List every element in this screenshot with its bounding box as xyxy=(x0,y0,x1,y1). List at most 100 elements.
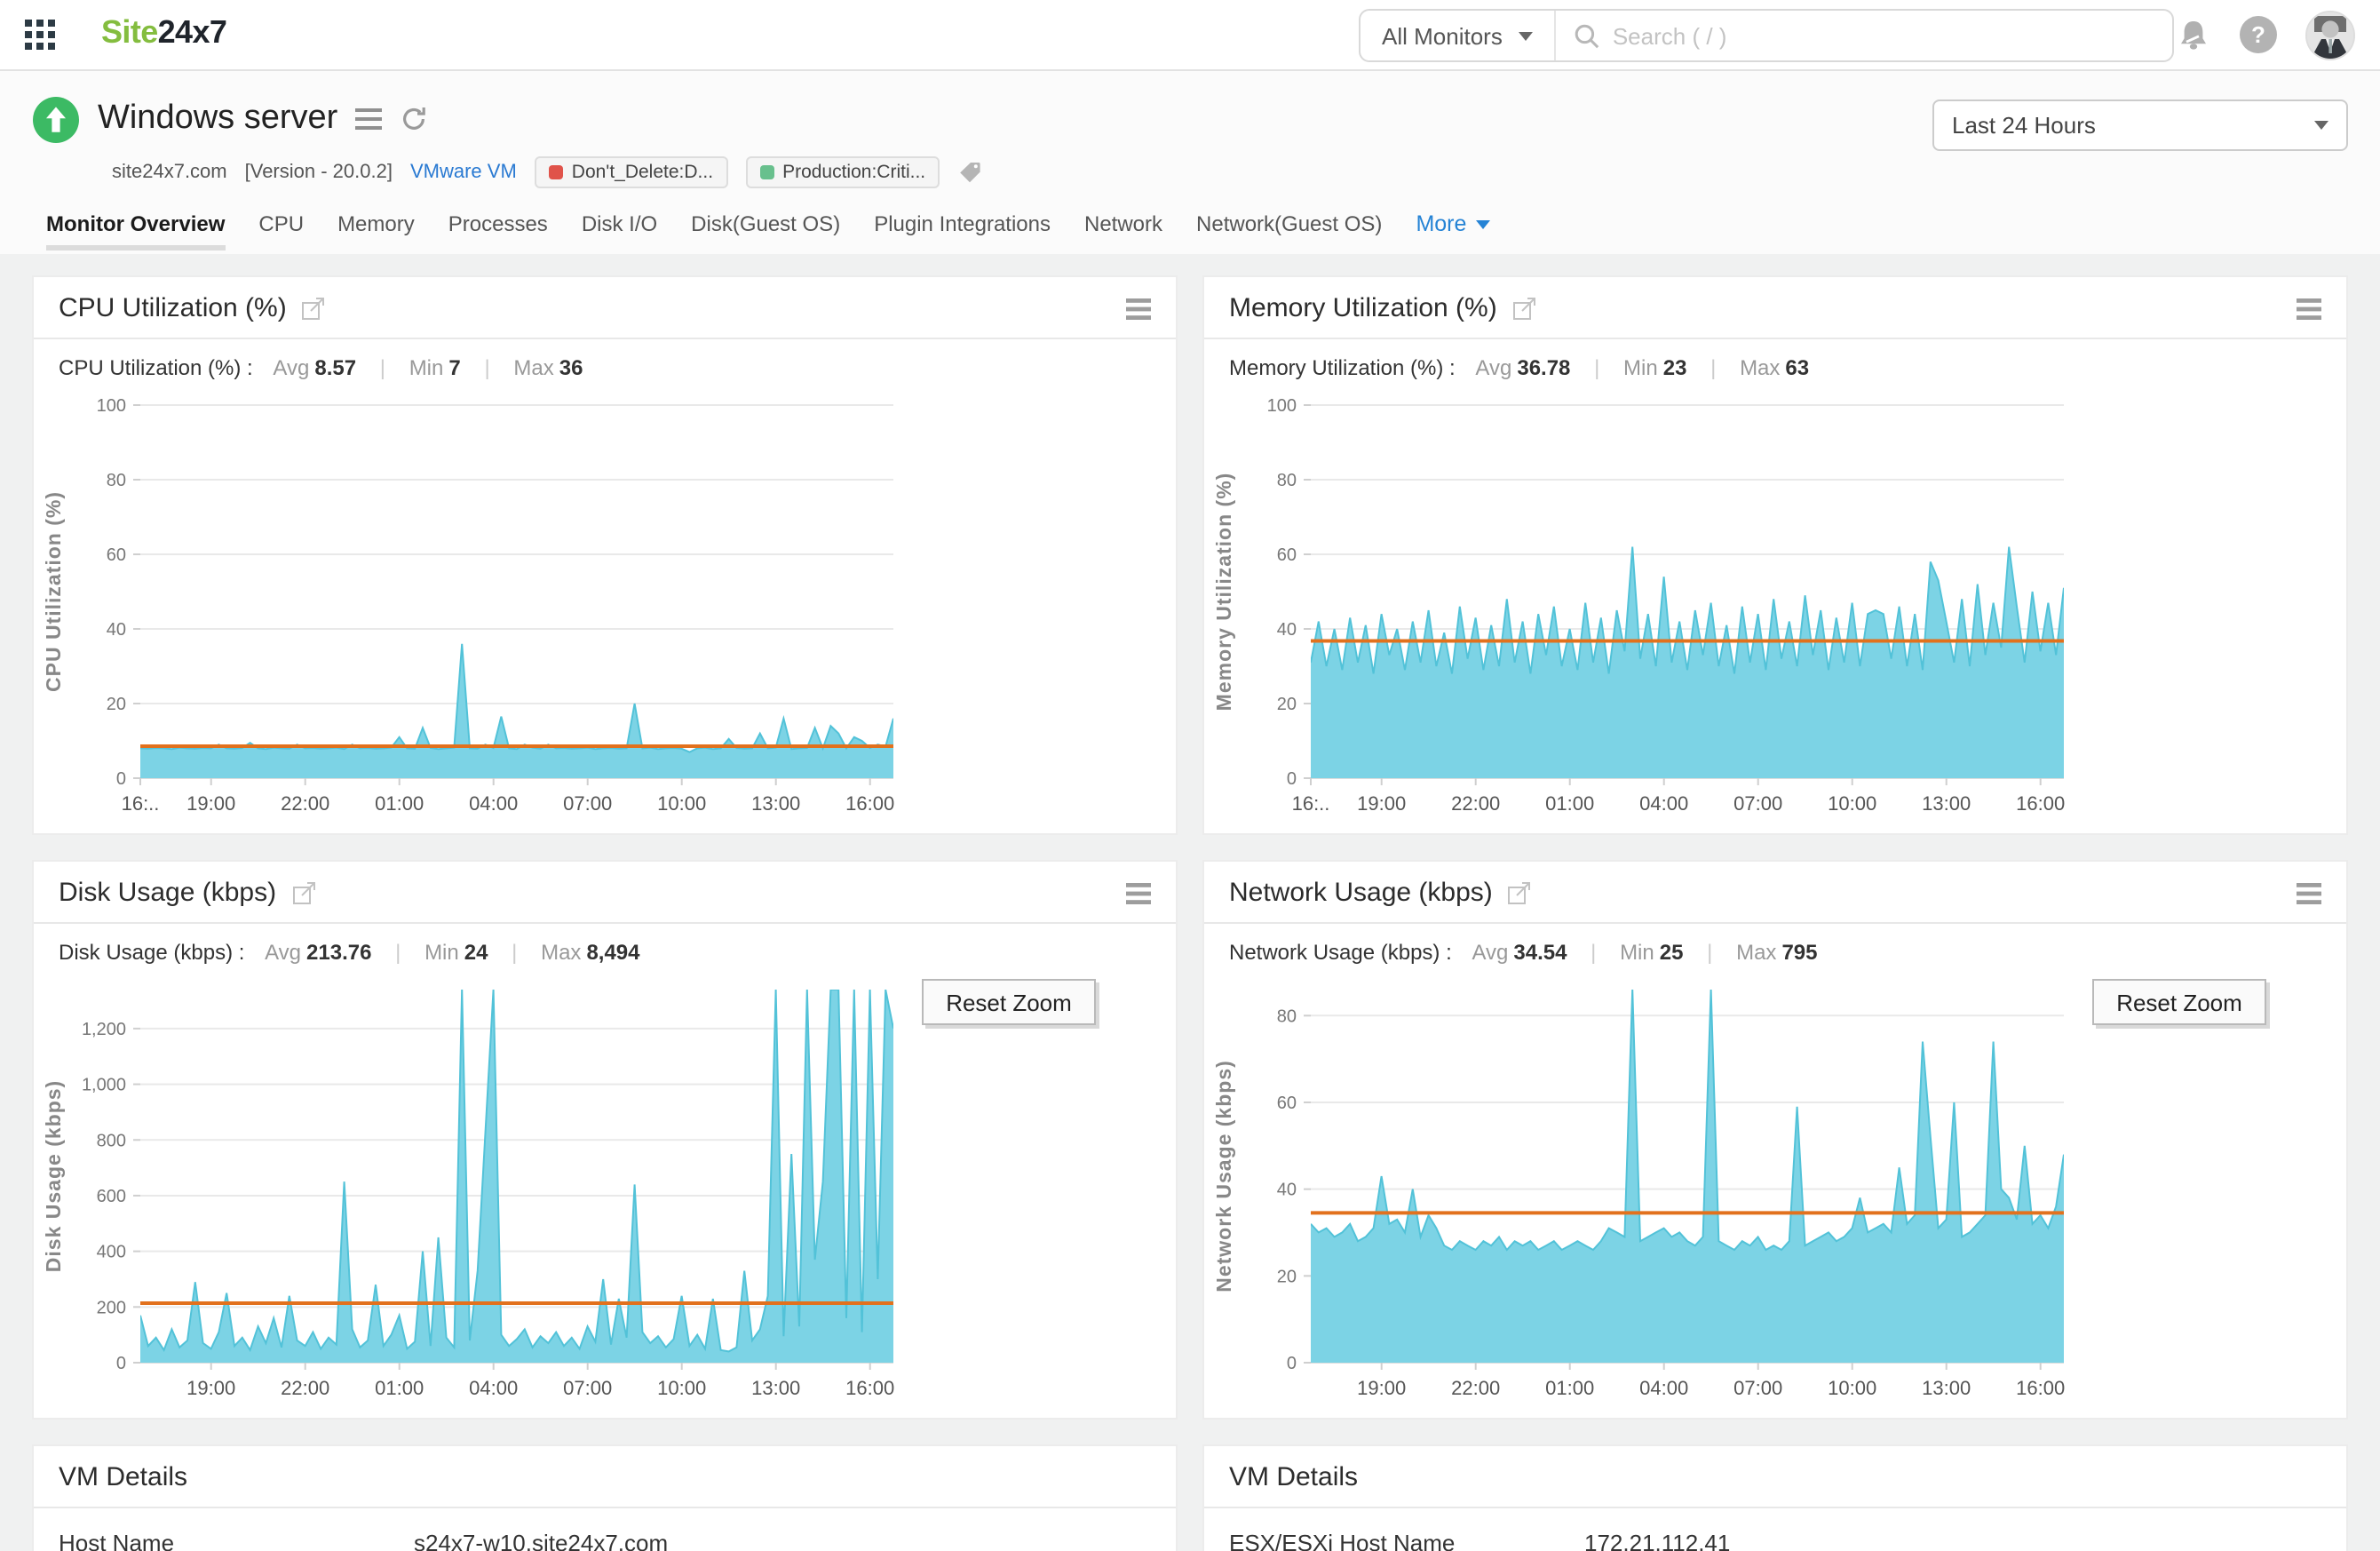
disk-stats: Disk Usage (kbps) : Avg 213.76 | Min 24 | … xyxy=(34,924,1176,965)
network-chart: 0 20 40 60 80 19:00 22:00 01:00 04:00 07:00 10:00 1… xyxy=(1212,968,2346,1418)
tag-chip-dont-delete[interactable]: Don't_Delete:D... xyxy=(534,156,728,188)
svg-text:07:00: 07:00 xyxy=(1733,792,1782,815)
refresh-icon[interactable] xyxy=(400,105,428,133)
monitor-scope-dropdown[interactable]: All Monitors xyxy=(1361,11,1556,60)
max-value: 36 xyxy=(559,355,583,380)
svg-text:60: 60 xyxy=(1277,1094,1297,1113)
notifications-bell-icon[interactable] xyxy=(2176,16,2211,53)
separator: | xyxy=(379,355,385,380)
network-area-chart[interactable]: 0 20 40 60 80 19:00 22:00 01:00 04:00 07:00 10:00 1… xyxy=(1212,968,2138,1409)
max-value: 63 xyxy=(1785,355,1810,380)
search-input[interactable] xyxy=(1555,22,2172,49)
memory-chart: 0 20 40 60 80 100 16:.. 19:00 22:00 01:00 04:00 07:… xyxy=(1212,384,2346,833)
vmware-vm-link[interactable]: VMware VM xyxy=(410,162,517,183)
help-icon[interactable]: ? xyxy=(2240,16,2277,53)
svg-text:19:00: 19:00 xyxy=(1357,792,1406,815)
vm-details-row: VM Details Host Name s24x7-w10.site24x7.… xyxy=(32,1444,2348,1551)
tab-memory[interactable]: Memory xyxy=(337,211,415,254)
min-label: Min xyxy=(1620,940,1654,965)
avg-label: Avg xyxy=(265,940,302,965)
svg-text:10:00: 10:00 xyxy=(657,1377,706,1399)
charts-row-1: CPU Utilization (%) CPU Utilization (%) … xyxy=(32,275,2348,835)
tab-network-guest-os[interactable]: Network(Guest OS) xyxy=(1196,211,1382,254)
tab-disk-io[interactable]: Disk I/O xyxy=(582,211,657,254)
expand-chart-icon[interactable] xyxy=(302,297,326,320)
panel-header: CPU Utilization (%) xyxy=(34,277,1176,339)
tag-chip-production[interactable]: Production:Criti... xyxy=(745,156,940,188)
tab-more[interactable]: More xyxy=(1416,211,1490,254)
panel-title: Network Usage (kbps) xyxy=(1229,878,1493,908)
avg-label: Avg xyxy=(1472,940,1509,965)
panel-title: VM Details xyxy=(59,1462,188,1492)
svg-text:40: 40 xyxy=(1277,1181,1297,1200)
tab-network[interactable]: Network xyxy=(1084,211,1162,254)
search-field-wrap xyxy=(1555,11,2172,60)
svg-text:40: 40 xyxy=(1277,620,1297,640)
tab-disk-guest-os[interactable]: Disk(Guest OS) xyxy=(691,211,840,254)
expand-chart-icon[interactable] xyxy=(292,881,315,904)
tab-processes[interactable]: Processes xyxy=(448,211,548,254)
min-label: Min xyxy=(409,355,444,380)
svg-text:80: 80 xyxy=(107,471,126,490)
expand-chart-icon[interactable] xyxy=(1508,881,1532,904)
tab-plugin-integrations[interactable]: Plugin Integrations xyxy=(874,211,1051,254)
avg-value: 8.57 xyxy=(314,355,357,380)
svg-text:400: 400 xyxy=(97,1243,126,1262)
network-usage-panel: Network Usage (kbps) Network Usage (kbps… xyxy=(1202,860,2348,1420)
separator: | xyxy=(1710,355,1717,380)
panel-title: CPU Utilization (%) xyxy=(59,293,287,323)
cpu-utilization-panel: CPU Utilization (%) CPU Utilization (%) … xyxy=(32,275,1178,835)
monitor-tabs: Monitor Overview CPU Memory Processes Di… xyxy=(0,190,2380,254)
disk-chart: 0 200 400 600 800 1,000 1,200 19:00 22:00 01:00 04… xyxy=(42,968,1176,1418)
panel-title: Memory Utilization (%) xyxy=(1229,293,1497,323)
site24x7-logo[interactable]: Site24x7 xyxy=(101,14,227,52)
monitor-list-icon[interactable] xyxy=(355,108,383,130)
tab-monitor-overview[interactable]: Monitor Overview xyxy=(46,211,225,254)
panel-menu-icon[interactable] xyxy=(2297,882,2321,903)
panel-menu-icon[interactable] xyxy=(2297,298,2321,319)
svg-text:10:00: 10:00 xyxy=(657,792,706,815)
tab-cpu[interactable]: CPU xyxy=(258,211,304,254)
svg-text:0: 0 xyxy=(1287,769,1297,789)
min-label: Min xyxy=(424,940,459,965)
panel-header: Disk Usage (kbps) xyxy=(34,862,1176,924)
status-up-icon xyxy=(33,96,79,142)
memory-area-chart[interactable]: 0 20 40 60 80 100 16:.. 19:00 22:00 01:00 04:00 07:… xyxy=(1212,384,2138,824)
dashboard-content: CPU Utilization (%) CPU Utilization (%) … xyxy=(0,254,2380,1551)
max-label: Max xyxy=(1736,940,1777,965)
max-value: 795 xyxy=(1781,940,1818,965)
svg-text:04:00: 04:00 xyxy=(469,1377,518,1399)
cpu-area-chart[interactable]: 0 20 40 60 80 100 16:.. 19:00 22:00 01:00 04:00 07:… xyxy=(42,384,968,824)
stats-label: Memory Utilization (%) : xyxy=(1229,355,1456,380)
svg-text:20: 20 xyxy=(1277,1267,1297,1286)
app-launcher-icon[interactable] xyxy=(25,20,55,59)
tag-icon[interactable] xyxy=(957,160,982,185)
cpu-stats: CPU Utilization (%) : Avg 8.57 | Min 7 | M… xyxy=(34,339,1176,380)
time-range-dropdown[interactable]: Last 24 Hours xyxy=(1932,99,2348,151)
svg-text:13:00: 13:00 xyxy=(751,792,800,815)
monitor-version: [Version - 20.0.2] xyxy=(244,162,393,183)
svg-text:01:00: 01:00 xyxy=(375,1377,424,1399)
svg-text:19:00: 19:00 xyxy=(1357,1377,1406,1399)
panel-menu-icon[interactable] xyxy=(1126,882,1151,903)
svg-text:22:00: 22:00 xyxy=(1451,1377,1500,1399)
svg-text:Disk Usage (kbps): Disk Usage (kbps) xyxy=(44,1080,65,1272)
svg-text:60: 60 xyxy=(107,545,126,565)
vm-details-panel-left: VM Details Host Name s24x7-w10.site24x7.… xyxy=(32,1444,1178,1551)
reset-zoom-button[interactable]: Reset Zoom xyxy=(922,979,1096,1025)
svg-text:800: 800 xyxy=(97,1131,126,1150)
separator: | xyxy=(484,355,490,380)
chevron-down-icon xyxy=(2314,121,2328,130)
disk-area-chart[interactable]: 0 200 400 600 800 1,000 1,200 19:00 22:00 01:00 04… xyxy=(42,968,968,1409)
expand-chart-icon[interactable] xyxy=(1512,297,1536,320)
min-value: 24 xyxy=(464,940,488,965)
vm-detail-value: s24x7-w10.site24x7.com xyxy=(414,1530,669,1551)
tag-label: Production:Criti... xyxy=(782,162,926,183)
reset-zoom-button[interactable]: Reset Zoom xyxy=(2092,979,2266,1025)
user-avatar[interactable] xyxy=(2305,10,2355,60)
panel-menu-icon[interactable] xyxy=(1126,298,1151,319)
separator: | xyxy=(1594,355,1600,380)
search-icon xyxy=(1575,23,1599,48)
panel-header: VM Details xyxy=(1204,1446,2346,1508)
min-value: 7 xyxy=(448,355,461,380)
